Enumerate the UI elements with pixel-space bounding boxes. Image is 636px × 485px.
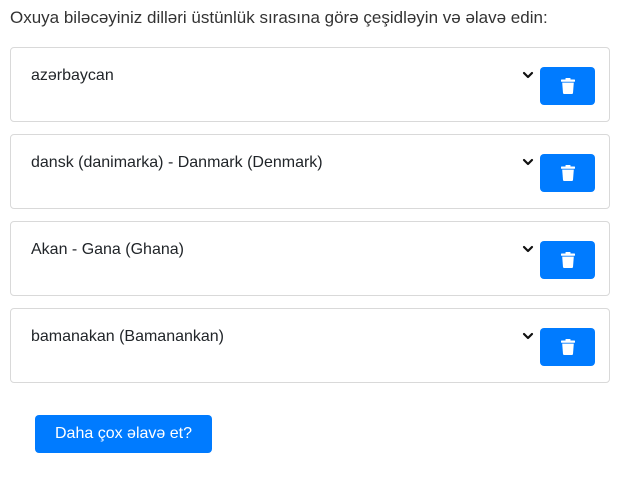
trash-icon xyxy=(560,78,575,94)
page-heading: Oxuya biləcəyiniz dilləri üstünlük sıras… xyxy=(10,8,548,27)
language-row-3[interactable]: Akan - Gana (Ghana) xyxy=(10,221,610,296)
language-row-4[interactable]: bamanakan (Bamanankan) xyxy=(10,308,610,383)
trash-icon xyxy=(560,165,575,181)
language-select-value[interactable]: Akan - Gana (Ghana) xyxy=(31,241,184,259)
language-select-value[interactable]: dansk (danimarka) - Danmark (Denmark) xyxy=(31,154,323,172)
chevron-down-icon[interactable] xyxy=(521,155,535,169)
delete-language-button[interactable] xyxy=(540,328,595,366)
language-row-1[interactable]: azərbaycan xyxy=(10,47,610,122)
language-row-2[interactable]: dansk (danimarka) - Danmark (Denmark) xyxy=(10,134,610,209)
add-more-button[interactable]: Daha çox əlavə et? xyxy=(35,415,212,453)
delete-language-button[interactable] xyxy=(540,241,595,279)
delete-language-button[interactable] xyxy=(540,67,595,105)
language-list: azərbaycan dansk (danimarka) - Danmark (… xyxy=(10,47,610,395)
language-select-value[interactable]: bamanakan (Bamanankan) xyxy=(31,328,224,346)
trash-icon xyxy=(560,252,575,268)
language-select-value[interactable]: azərbaycan xyxy=(31,67,114,85)
chevron-down-icon[interactable] xyxy=(521,68,535,82)
trash-icon xyxy=(560,339,575,355)
delete-language-button[interactable] xyxy=(540,154,595,192)
chevron-down-icon[interactable] xyxy=(521,329,535,343)
chevron-down-icon[interactable] xyxy=(521,242,535,256)
